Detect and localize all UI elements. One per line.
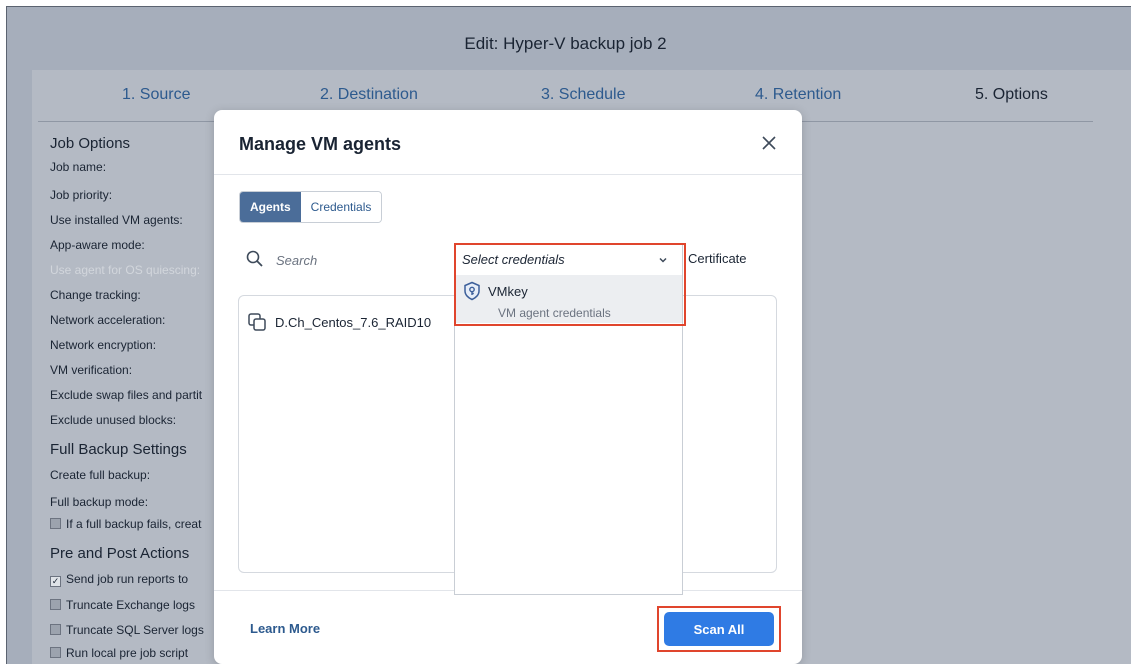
dialog-title: Manage VM agents <box>239 134 402 154</box>
use-installed-vm-agents-label: Use installed VM agents: <box>50 213 183 227</box>
window-title: Edit: Hyper-V backup job 2 <box>464 34 667 53</box>
step-source[interactable]: 1. Source <box>122 86 190 104</box>
exclude-swap-label: Exclude swap files and partit <box>50 388 203 402</box>
send-reports-option[interactable]: ✓ Send job run reports to <box>50 572 188 587</box>
truncate-sql-option[interactable]: Truncate SQL Server logs <box>50 623 204 637</box>
header-divider <box>214 174 802 175</box>
step-retention[interactable]: 4. Retention <box>755 86 841 104</box>
truncate-sql-label: Truncate SQL Server logs <box>66 623 204 637</box>
app-aware-mode-label: App-aware mode: <box>50 238 145 252</box>
job-options-heading: Job Options <box>50 135 131 152</box>
change-tracking-label: Change tracking: <box>50 288 141 302</box>
list-item[interactable]: D.Ch_Centos_7.6_RAID10 <box>248 313 431 332</box>
dialog-tabs: Agents Credentials <box>239 191 383 223</box>
network-acceleration-label: Network acceleration: <box>50 313 166 327</box>
tab-agents[interactable]: Agents <box>240 192 301 222</box>
truncate-exchange-option[interactable]: Truncate Exchange logs <box>50 598 195 612</box>
step-destination[interactable]: 2. Destination <box>320 86 418 104</box>
dropdown-highlight <box>454 243 686 326</box>
truncate-exchange-label: Truncate Exchange logs <box>66 598 195 612</box>
full-backup-mode-label: Full backup mode: <box>50 495 149 509</box>
truncate-exchange-checkbox[interactable] <box>50 599 61 610</box>
run-local-pre-checkbox[interactable] <box>50 647 61 658</box>
tab-credentials[interactable]: Credentials <box>300 192 382 222</box>
os-quiescing-label: Use agent for OS quiescing: <box>50 263 201 277</box>
step-options[interactable]: 5. Options <box>975 86 1048 104</box>
learn-more-link[interactable]: Learn More <box>250 621 320 636</box>
vm-verification-label: VM verification: <box>50 363 133 377</box>
certificate-column-header: Certificate <box>688 251 747 266</box>
search-icon <box>246 250 263 267</box>
close-icon[interactable] <box>758 132 780 154</box>
job-priority-label: Job priority: <box>50 188 113 202</box>
truncate-sql-checkbox[interactable] <box>50 624 61 635</box>
search-input[interactable] <box>276 250 436 270</box>
step-schedule[interactable]: 3. Schedule <box>541 86 626 104</box>
agent-name: D.Ch_Centos_7.6_RAID10 <box>275 315 432 330</box>
send-reports-label: Send job run reports to <box>66 572 189 586</box>
exclude-unused-label: Exclude unused blocks: <box>50 413 177 427</box>
full-backup-heading: Full Backup Settings <box>50 441 187 458</box>
full-backup-fail-option[interactable]: If a full backup fails, creat <box>50 517 201 531</box>
run-local-pre-label: Run local pre job script <box>66 646 189 660</box>
job-name-label: Job name: <box>50 160 107 174</box>
vm-icon <box>248 313 266 331</box>
pre-post-heading: Pre and Post Actions <box>50 545 190 562</box>
full-backup-fail-checkbox[interactable] <box>50 518 61 529</box>
wizard-steps: 1. Source 2. Destination 3. Schedule 4. … <box>38 86 1128 108</box>
run-local-pre-option[interactable]: Run local pre job script <box>50 646 188 660</box>
send-reports-checkbox[interactable]: ✓ <box>50 576 61 587</box>
scan-all-highlight <box>657 606 781 652</box>
full-backup-fail-label: If a full backup fails, creat <box>66 517 202 531</box>
create-full-backup-label: Create full backup: <box>50 468 151 482</box>
network-encryption-label: Network encryption: <box>50 338 157 352</box>
